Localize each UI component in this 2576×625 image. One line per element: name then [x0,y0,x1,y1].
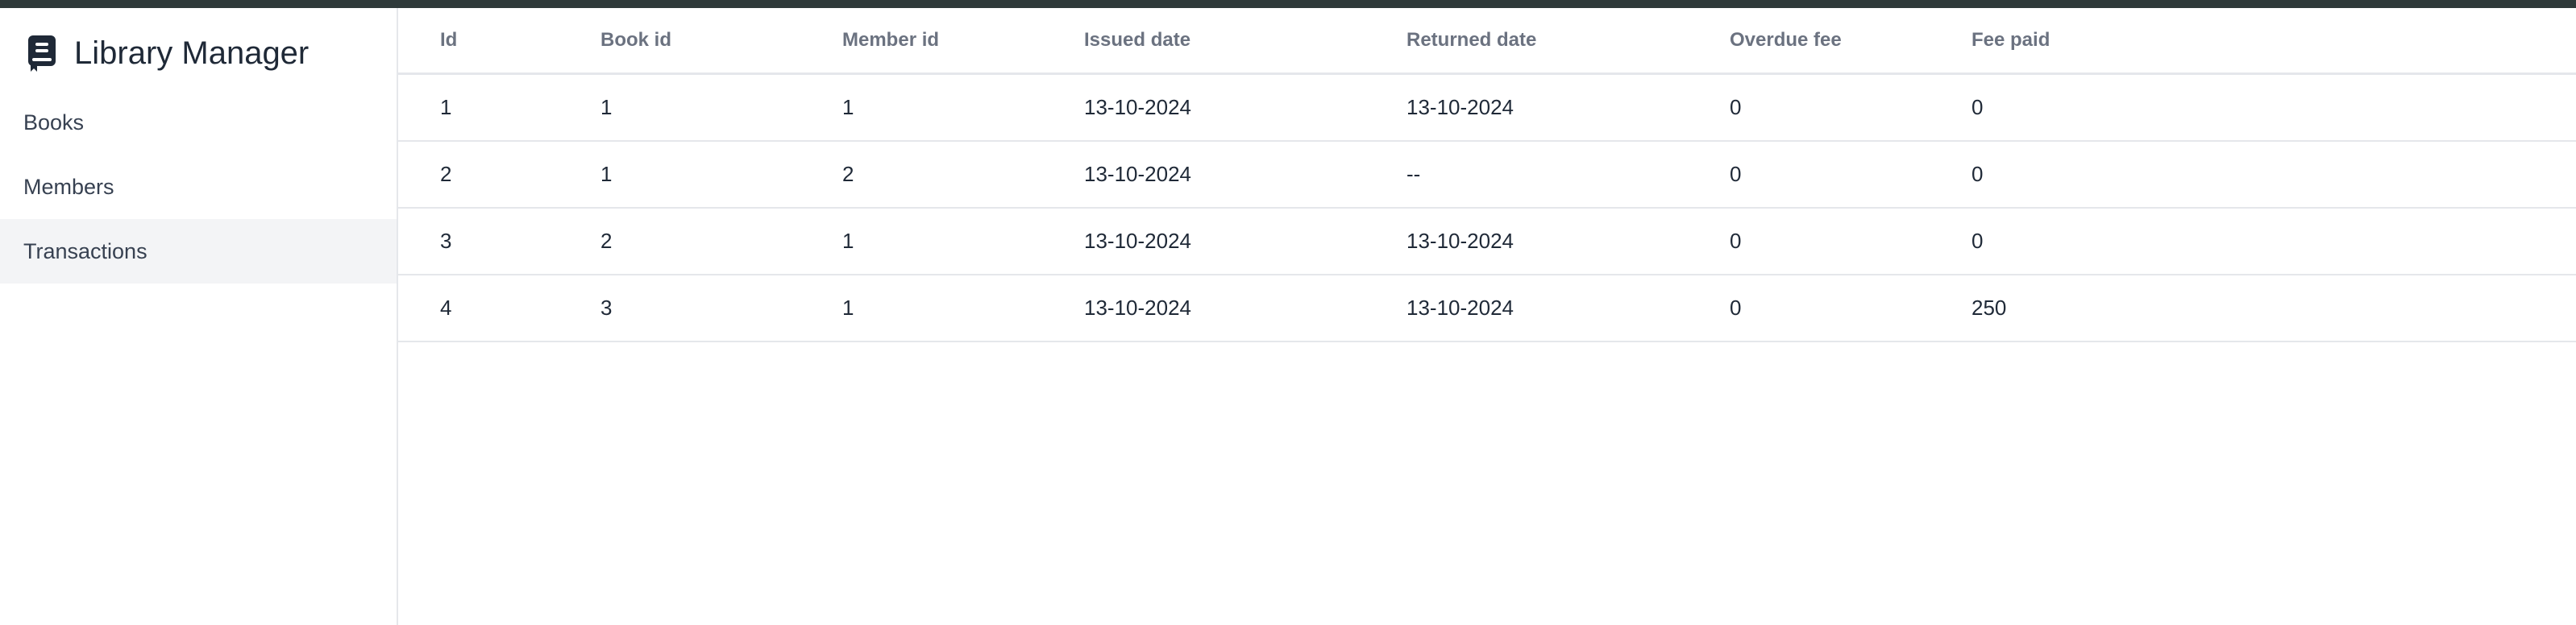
cell-member-id: 1 [842,275,1084,342]
top-bar [0,0,2576,8]
cell-book-id: 1 [600,73,842,142]
cell-overdue-fee: 0 [1730,275,1971,342]
table-row[interactable]: 3 2 1 13-10-2024 13-10-2024 0 0 [398,208,2576,275]
cell-fee-paid: 0 [1971,73,2576,142]
column-header-returned-date[interactable]: Returned date [1406,8,1730,75]
sidebar-item-books[interactable]: Books [0,90,397,155]
cell-overdue-fee: 0 [1730,141,1971,209]
cell-issued-date: 13-10-2024 [1084,275,1406,342]
main-content: Id Book id Member id Issued date Returne… [398,8,2576,625]
column-header-member-id[interactable]: Member id [842,8,1084,75]
column-header-book-id[interactable]: Book id [600,8,842,75]
table-body: 1 1 1 13-10-2024 13-10-2024 0 0 2 1 2 13… [398,73,2576,342]
cell-issued-date: 13-10-2024 [1084,73,1406,142]
sidebar: Library Manager Books Members Transactio… [0,8,398,625]
cell-fee-paid: 0 [1971,141,2576,209]
sidebar-item-label: Transactions [23,238,147,263]
book-icon [26,34,58,72]
table-row[interactable]: 4 3 1 13-10-2024 13-10-2024 0 250 [398,275,2576,342]
cell-member-id: 1 [842,73,1084,142]
cell-book-id: 1 [600,141,842,209]
sidebar-item-label: Books [23,110,85,135]
table-row[interactable]: 1 1 1 13-10-2024 13-10-2024 0 0 [398,73,2576,142]
cell-returned-date: 13-10-2024 [1406,275,1730,342]
sidebar-nav: Books Members Transactions [0,90,397,284]
column-header-overdue-fee[interactable]: Overdue fee [1730,8,1971,75]
cell-book-id: 2 [600,208,842,275]
cell-book-id: 3 [600,275,842,342]
cell-member-id: 1 [842,208,1084,275]
cell-fee-paid: 0 [1971,208,2576,275]
column-header-issued-date[interactable]: Issued date [1084,8,1406,75]
cell-overdue-fee: 0 [1730,73,1971,142]
cell-returned-date: 13-10-2024 [1406,73,1730,142]
table-header: Id Book id Member id Issued date Returne… [398,8,2576,75]
transactions-table: Id Book id Member id Issued date Returne… [398,8,2576,342]
sidebar-item-label: Members [23,174,114,199]
brand: Library Manager [0,23,397,84]
sidebar-item-members[interactable]: Members [0,155,397,219]
cell-id: 2 [398,141,600,209]
app-title: Library Manager [74,35,310,71]
cell-id: 3 [398,208,600,275]
header-row: Id Book id Member id Issued date Returne… [398,8,2576,75]
cell-returned-date: -- [1406,141,1730,209]
column-header-fee-paid[interactable]: Fee paid [1971,8,2576,75]
cell-id: 4 [398,275,600,342]
table-row[interactable]: 2 1 2 13-10-2024 -- 0 0 [398,141,2576,209]
sidebar-item-transactions[interactable]: Transactions [0,219,397,284]
cell-issued-date: 13-10-2024 [1084,141,1406,209]
cell-issued-date: 13-10-2024 [1084,208,1406,275]
cell-overdue-fee: 0 [1730,208,1971,275]
cell-fee-paid: 250 [1971,275,2576,342]
cell-id: 1 [398,73,600,142]
cell-member-id: 2 [842,141,1084,209]
cell-returned-date: 13-10-2024 [1406,208,1730,275]
app-shell: Library Manager Books Members Transactio… [0,8,2576,625]
column-header-id[interactable]: Id [398,8,600,75]
